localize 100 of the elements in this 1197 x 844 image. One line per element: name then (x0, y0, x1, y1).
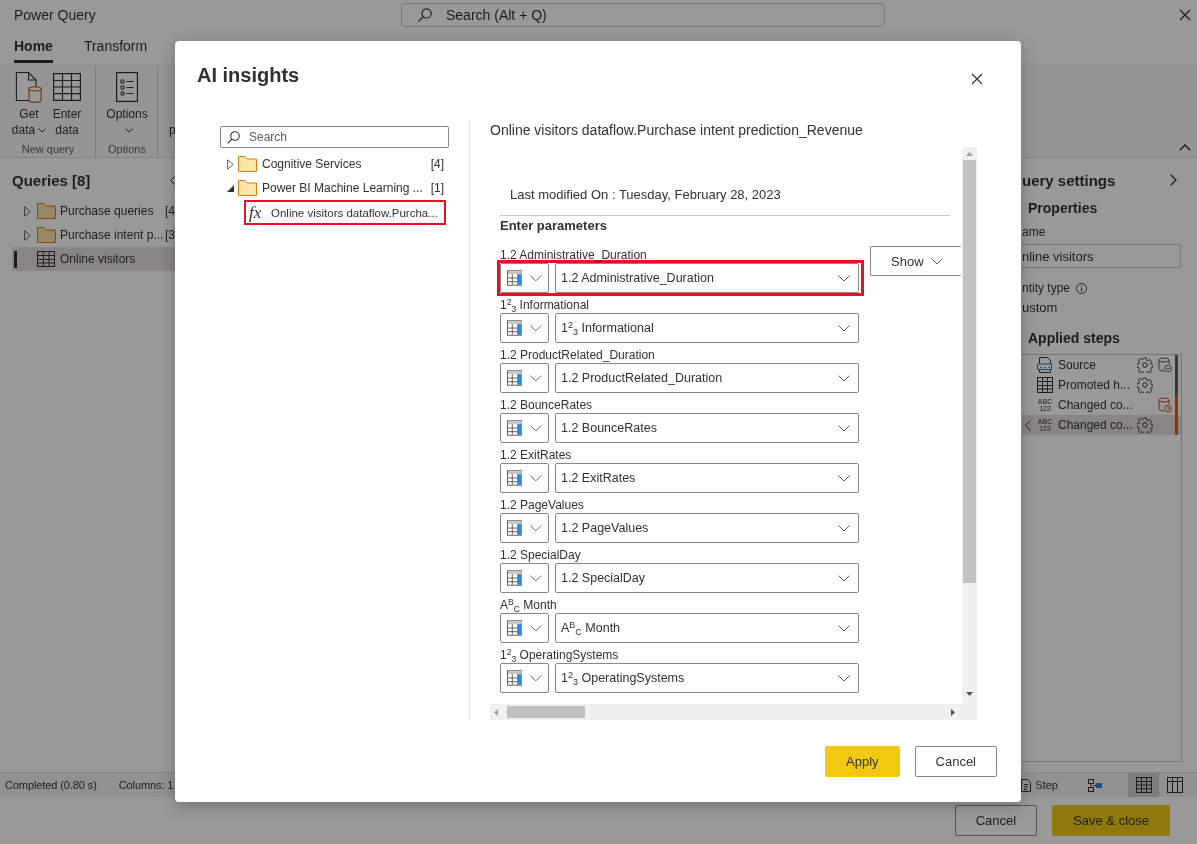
secondary-button[interactable]: Cancel (914, 746, 997, 777)
count-label: [1] (430, 181, 444, 195)
tree-item[interactable]: Power BI Machine Learning ... [1] (220, 176, 449, 200)
show-button[interactable]: Show (870, 246, 961, 276)
column-dropdown[interactable]: A$^{B}$$_{C}$ Month (555, 613, 859, 643)
chevron-down-icon (530, 574, 542, 582)
secondary-button[interactable]: Cancel (954, 805, 1038, 836)
function-title: Online visitors dataflow.Purchase intent prediction_Revenue (490, 121, 863, 140)
close-icon[interactable] (1179, 9, 1191, 21)
gear-icon[interactable] (1137, 417, 1153, 433)
folder-icon (37, 227, 56, 243)
column-dropdown[interactable]: 1.2 Administrative_Duration (555, 263, 859, 293)
close-icon[interactable] (971, 73, 983, 85)
ribbon-button[interactable]: Options (104, 67, 150, 138)
folder-icon (238, 156, 257, 172)
group-label: Options (108, 142, 146, 156)
chevron-down-icon (838, 324, 850, 332)
chevron-down-icon (530, 274, 542, 282)
type-dropdown[interactable] (500, 363, 549, 393)
scroll-down-icon[interactable] (966, 692, 973, 696)
vertical-scrollbar[interactable] (962, 147, 977, 704)
field-label: ame (1022, 224, 1046, 240)
table-icon (507, 670, 523, 686)
step-item[interactable]: Promoted h... (1022, 375, 1181, 395)
tree-item[interactable]: fx Online visitors dataflow.Purcha... (244, 200, 446, 225)
type-dropdown[interactable] (500, 613, 549, 643)
tree-item[interactable]: Cognitive Services [4] (220, 152, 449, 176)
column-dropdown[interactable]: 1$^{2}$$_{3}$ Informational (555, 313, 859, 343)
info-icon[interactable] (1076, 282, 1088, 294)
column-dropdown[interactable]: 1.2 PageValues (555, 513, 859, 543)
type-dropdown[interactable] (500, 513, 549, 543)
chevron-down-icon (530, 374, 542, 382)
ribbon-button[interactable]: Get data (10, 67, 48, 138)
view-button[interactable] (1128, 773, 1159, 797)
chevron-down-icon (838, 624, 850, 632)
query-item[interactable]: Purchase intent p...[3 (12, 223, 175, 247)
table-icon (37, 251, 55, 267)
type-dropdown[interactable] (500, 313, 549, 343)
ribbon-tab[interactable]: Transform (83, 30, 148, 63)
step-button[interactable]: Step (1021, 778, 1058, 792)
column-dropdown[interactable]: 1.2 ProductRelated_Duration (555, 363, 859, 393)
type-dropdown[interactable] (500, 463, 549, 493)
chevron-down-icon (530, 474, 542, 482)
section-heading: Enter parameters (500, 218, 607, 234)
ribbon-button[interactable]: Enter data (48, 67, 86, 138)
list-icon (116, 71, 138, 102)
diagram-icon (1088, 778, 1102, 792)
primary-button[interactable]: Save & close (1052, 805, 1170, 836)
parameter-label: 1$^{2}$$_{3}$ Informational (500, 298, 589, 313)
panel-title: Queries [8] (12, 171, 91, 189)
parameter-label: 1.2 SpecialDay (500, 548, 581, 563)
chevron-down-icon (530, 624, 542, 632)
ribbon-button[interactable]: p (169, 122, 176, 138)
status-text: Completed (0.80 s) (5, 779, 97, 791)
status-text: Columns: 1 (118, 779, 174, 791)
table-icon (53, 72, 81, 101)
column-dropdown[interactable]: 1.2 ExitRates (555, 463, 859, 493)
type-dropdown[interactable] (500, 663, 549, 693)
parameter-label: 1.2 ExitRates (500, 448, 572, 463)
chevron-up-icon[interactable] (1179, 144, 1191, 151)
table-icon (507, 320, 523, 336)
scrollbar-thumb[interactable] (963, 160, 976, 583)
table-icon (507, 270, 523, 286)
column-dropdown[interactable]: 1.2 BounceRates (555, 413, 859, 443)
chevron-down-icon (838, 574, 850, 582)
chevron-down-icon (838, 524, 850, 532)
folder-icon (238, 180, 257, 196)
count-label: [4] (430, 157, 444, 171)
csv-file-icon (1037, 357, 1053, 373)
type-dropdown[interactable] (500, 413, 549, 443)
scroll-right-icon[interactable] (951, 708, 955, 716)
column-dropdown[interactable]: 1$^{2}$$_{3}$ OperatingSystems (555, 663, 859, 693)
chevron-down-icon (838, 424, 850, 432)
panel-title: uery settings (1022, 171, 1116, 189)
scrollbar-thumb[interactable] (507, 706, 585, 718)
count-label: [3 (165, 228, 175, 242)
type-dropdown[interactable] (500, 563, 549, 593)
gear-icon[interactable] (1137, 357, 1153, 373)
name-field[interactable]: nline visitors (1022, 244, 1181, 268)
parameter-label: A$^{B}$$_{C}$ Month (500, 598, 557, 613)
search-field[interactable]: Search (220, 126, 449, 148)
primary-button[interactable]: Apply (825, 746, 900, 777)
parameter-label: 1.2 BounceRates (500, 398, 593, 413)
gear-icon[interactable] (1137, 377, 1153, 393)
scroll-left-icon[interactable] (494, 708, 498, 716)
query-item[interactable]: Purchase queries [4 (12, 199, 175, 223)
scroll-up-icon[interactable] (966, 152, 973, 156)
horizontal-scrollbar[interactable] (490, 704, 977, 720)
parameter-label: 1$^{2}$$_{3}$ OperatingSystems (500, 648, 619, 663)
parameter-label: 1.2 ProductRelated_Duration (500, 348, 655, 363)
query-item[interactable]: Online visitors (12, 247, 175, 271)
chevron-right-icon[interactable] (1170, 174, 1177, 186)
search-icon (227, 131, 240, 144)
search-field[interactable]: Search (Alt + Q) (401, 3, 885, 27)
table-icon (507, 570, 523, 586)
table-icon (507, 370, 523, 386)
type-dropdown[interactable] (500, 263, 549, 293)
chevron-left-icon[interactable] (170, 175, 175, 185)
step-item[interactable]: Source (1022, 355, 1181, 375)
column-dropdown[interactable]: 1.2 SpecialDay (555, 563, 859, 593)
